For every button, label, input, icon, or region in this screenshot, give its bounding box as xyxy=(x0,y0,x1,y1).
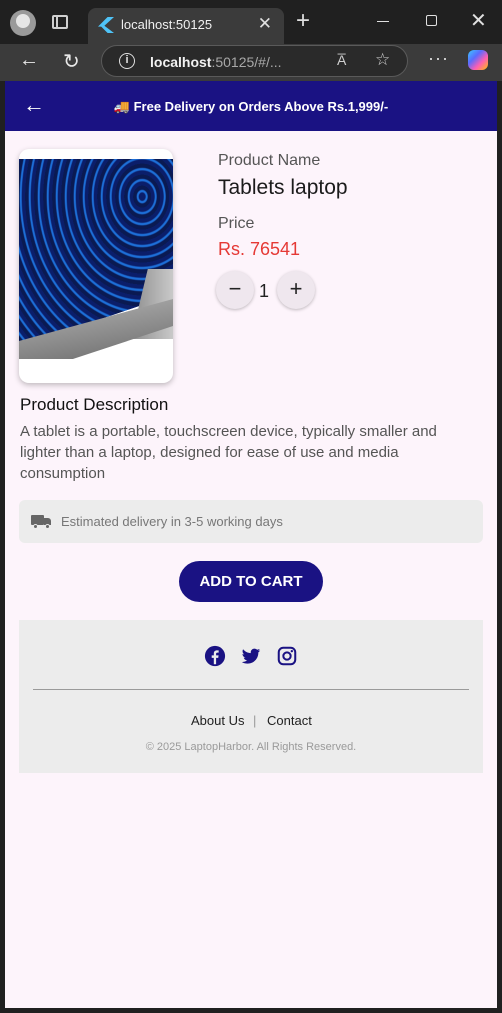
quantity-increase-button[interactable]: + xyxy=(277,271,315,309)
tab-actions-icon[interactable] xyxy=(52,15,68,29)
flutter-favicon-icon xyxy=(98,17,114,33)
browser-menu-button[interactable]: ··· xyxy=(428,48,449,69)
site-info-icon[interactable]: i xyxy=(119,53,135,69)
price-label: Price xyxy=(218,215,255,232)
truck-icon xyxy=(31,515,51,529)
product-price: Rs. 76541 xyxy=(218,239,301,259)
url-text[interactable]: localhost:50125/#/... xyxy=(150,54,282,70)
instagram-icon[interactable] xyxy=(276,645,298,667)
read-aloud-icon[interactable]: A̅ xyxy=(337,52,346,68)
footer-contact-link[interactable]: Contact xyxy=(267,713,312,728)
description-text: A tablet is a portable, touchscreen devi… xyxy=(20,423,437,482)
app-header: ← 🚚 Free Delivery on Orders Above Rs.1,9… xyxy=(5,81,497,131)
delivery-estimate-text: Estimated delivery in 3-5 working days xyxy=(61,514,283,529)
browser-reload-button[interactable]: ↻ xyxy=(63,49,80,74)
description-title: Product Description xyxy=(20,395,169,414)
footer-about-link[interactable]: About Us xyxy=(191,713,244,728)
url-host: localhost xyxy=(150,54,212,70)
footer: About Us | Contact © 2025 LaptopHarbor. … xyxy=(19,620,483,773)
favorite-star-icon[interactable]: ☆ xyxy=(375,50,390,70)
promo-banner: 🚚 Free Delivery on Orders Above Rs.1,999… xyxy=(5,99,497,115)
facebook-icon[interactable] xyxy=(204,645,226,667)
product-detail-page: ← 🚚 Free Delivery on Orders Above Rs.1,9… xyxy=(5,81,497,1008)
profile-avatar[interactable] xyxy=(10,10,36,36)
tab-title: localhost:50125 xyxy=(121,17,213,32)
browser-back-button[interactable]: ← xyxy=(19,49,39,72)
copyright-text: © 2025 LaptopHarbor. All Rights Reserved… xyxy=(145,741,357,753)
browser-tab-bar: localhost:50125 ✕ + ✕ xyxy=(0,0,502,44)
address-bar-row: ← ↻ i localhost:50125/#/... A̅ ☆ ··· xyxy=(0,44,502,81)
url-path: :50125/#/... xyxy=(211,54,282,70)
window-close-button[interactable]: ✕ xyxy=(470,8,487,33)
delivery-info-box: Estimated delivery in 3-5 working days xyxy=(19,500,483,543)
footer-separator: | xyxy=(253,713,257,728)
quantity-value: 1 xyxy=(259,281,270,301)
truck-emoji-icon: 🚚 xyxy=(113,99,130,114)
product-name: Tablets laptop xyxy=(218,176,348,199)
window-maximize-button[interactable] xyxy=(426,15,437,26)
product-image xyxy=(19,149,173,383)
quantity-decrease-button[interactable]: − xyxy=(216,271,254,309)
tab-close-icon[interactable]: ✕ xyxy=(258,14,272,34)
browser-tab[interactable]: localhost:50125 ✕ xyxy=(88,8,284,44)
product-name-label: Product Name xyxy=(218,152,321,169)
address-bar[interactable]: i localhost:50125/#/... A̅ ☆ xyxy=(101,45,408,77)
copilot-icon[interactable] xyxy=(468,50,488,70)
footer-divider xyxy=(33,689,469,690)
window-minimize-button[interactable] xyxy=(377,21,389,22)
new-tab-button[interactable]: + xyxy=(296,9,310,33)
add-to-cart-button[interactable]: ADD TO CART xyxy=(179,561,323,602)
promo-text: Free Delivery on Orders Above Rs.1,999/- xyxy=(133,99,389,114)
twitter-icon[interactable] xyxy=(240,645,262,667)
